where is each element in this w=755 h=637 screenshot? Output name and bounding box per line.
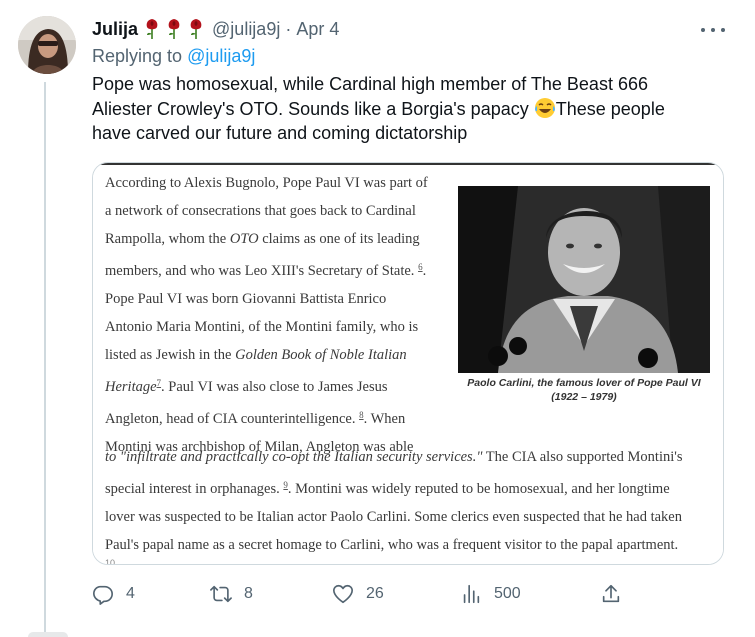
article-column-left: According to Alexis Bugnolo, Pope Paul V… <box>105 169 450 461</box>
portrait-image <box>458 186 710 373</box>
article-line: According to Alexis Bugnolo, Pope Paul V… <box>105 175 428 191</box>
article-line: Paul's papal name as a secret homage to … <box>105 537 679 553</box>
more-options-icon[interactable] <box>701 20 725 40</box>
tweet-date[interactable]: Apr 4 <box>296 19 339 40</box>
article-line: members, and who was Leo XIII's Secretar… <box>105 262 427 279</box>
next-tweet-avatar-peek <box>28 632 228 637</box>
tweet-text-line: Aliester Crowley's OTO. Sounds like a Bo… <box>92 97 732 122</box>
separator-dot: · <box>285 18 292 39</box>
reply-count: 4 <box>126 585 135 602</box>
replying-to: Replying to @julija9j <box>92 46 255 67</box>
share-icon <box>602 584 620 603</box>
name-badges <box>144 18 204 40</box>
article-line: a network of consecrations that goes bac… <box>105 203 416 219</box>
tweet[interactable]: Julija @julija9j · Apr 4 Replying to @ju… <box>0 0 755 637</box>
tweet-text: Pope was homosexual, while Cardinal high… <box>92 72 732 146</box>
article-line: Pope Paul VI was born Giovanni Battista … <box>105 291 387 307</box>
replying-prefix: Replying to <box>92 46 183 66</box>
rose-icon <box>190 19 202 39</box>
article-full-width: to "infiltrate and practically co-opt th… <box>105 443 715 559</box>
article-line: Rampolla, whom the OTO claims as one of … <box>105 231 420 247</box>
views-chart-icon <box>463 584 480 604</box>
tweet-text-line: Pope was homosexual, while Cardinal high… <box>92 74 648 94</box>
article-line: Angleton, head of CIA counterintelligenc… <box>105 410 406 427</box>
caption-line: (1922 – 1979) <box>551 391 617 403</box>
article-line: to "infiltrate and practically co-opt th… <box>105 449 683 465</box>
replying-to-mention[interactable]: @julija9j <box>187 46 255 66</box>
article-line: Heritage7. Paul VI was also close to Jam… <box>105 378 388 395</box>
article-line: lover was suspected to be Italian actor … <box>105 509 682 525</box>
article-line: listed as Jewish in the Golden Book of N… <box>105 347 407 363</box>
tweet-actions: 4 8 26 500 <box>92 580 652 608</box>
retweet-button[interactable]: 8 <box>210 580 253 608</box>
avatar[interactable] <box>18 16 76 74</box>
reply-icon <box>93 585 113 605</box>
share-button[interactable] <box>600 580 622 608</box>
views-button[interactable]: 500 <box>460 580 521 608</box>
face-with-tears-of-joy-icon <box>534 97 555 118</box>
thread-line <box>44 82 46 637</box>
attached-image[interactable]: According to Alexis Bugnolo, Pope Paul V… <box>92 162 724 565</box>
article-line: special interest in orphanages. 9. Monti… <box>105 480 670 497</box>
avatar-image <box>18 16 76 74</box>
footnote-ref-cut: 10 <box>105 558 116 565</box>
display-name[interactable]: Julija <box>92 19 138 40</box>
rose-icon <box>146 19 158 39</box>
heart-icon <box>333 584 353 604</box>
retweet-icon <box>210 585 232 603</box>
photo-paolo-carlini <box>458 186 710 373</box>
photo-caption: Paolo Carlini, the famous lover of Pope … <box>458 376 710 404</box>
tweet-text-fragment: Aliester Crowley's OTO. Sounds like a Bo… <box>92 98 529 119</box>
retweet-count: 8 <box>244 585 253 602</box>
caption-line: Paolo Carlini, the famous lover of Pope … <box>467 377 701 389</box>
user-handle[interactable]: @julija9j <box>212 19 280 40</box>
image-top-border <box>93 163 723 165</box>
like-count: 26 <box>366 585 384 602</box>
tweet-header: Julija @julija9j · Apr 4 <box>92 16 339 42</box>
article-screenshot: According to Alexis Bugnolo, Pope Paul V… <box>93 163 723 565</box>
rose-icon <box>168 19 180 39</box>
tweet-text-line: have carved our future and coming dictat… <box>92 123 468 143</box>
tweet-text-fragment: These people <box>555 98 665 119</box>
reply-button[interactable]: 4 <box>92 580 135 608</box>
views-count: 500 <box>494 585 521 602</box>
article-line: Antonio Maria Montini, of the Montini fa… <box>105 319 419 335</box>
like-button[interactable]: 26 <box>332 580 384 608</box>
